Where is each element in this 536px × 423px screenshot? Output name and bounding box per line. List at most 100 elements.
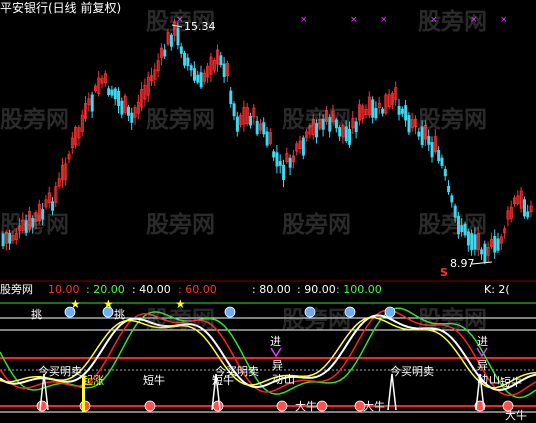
candle-body (301, 137, 305, 156)
top-signal-mark: × (430, 15, 438, 25)
top-signal-mark: × (300, 15, 308, 25)
candle-body (493, 235, 497, 253)
indicator-name: 股旁网 (0, 283, 33, 296)
signal-jin-mai-ming-mai: 今买明卖 (38, 365, 82, 378)
candle-body (420, 126, 424, 145)
candle-body (348, 128, 352, 145)
candle-body (183, 52, 187, 66)
candle-body (344, 126, 348, 142)
star-signal-icon: ★ (175, 297, 186, 311)
candle-body (526, 211, 530, 218)
signal-duan-niu-3: 短牛 (500, 376, 522, 389)
candle-body (447, 185, 451, 193)
level-100: : 100.00 (336, 283, 382, 296)
low-arrow (471, 261, 493, 265)
candle-body (463, 223, 467, 236)
candle-body (113, 88, 117, 100)
signal-qi-zhang: 起涨 (82, 374, 104, 387)
level-90: : 90.00 (297, 283, 336, 296)
candle-body (232, 103, 236, 117)
candle-body (473, 234, 477, 250)
level-60: : 60.00 (178, 283, 217, 296)
candle-body (130, 112, 134, 123)
signal-ling: 山 (284, 373, 295, 386)
red-signal-dot (36, 400, 48, 412)
candle-body (192, 68, 196, 81)
top-signal-mark: × (500, 15, 508, 25)
candle-body (120, 100, 124, 115)
candle-body (1, 233, 5, 247)
candle-body (186, 57, 190, 66)
candle-body (265, 131, 269, 146)
level-10: 10.00 (48, 283, 80, 296)
blue-signal-dot (344, 306, 356, 318)
candle-body (450, 195, 454, 203)
candle-body (229, 90, 233, 104)
star-signal-icon: ★ (103, 297, 114, 311)
candle-body (338, 127, 342, 137)
candle-body (24, 220, 28, 233)
candle-body (176, 27, 180, 46)
indicator-level-bar: 股旁网 10.00 : 20.00 : 40.00 : 60.00 : 80.0… (0, 282, 536, 298)
candle-body (417, 131, 421, 137)
top-signal-mark: × (176, 15, 184, 25)
candle-body (288, 157, 292, 168)
candle-body (196, 74, 200, 83)
candle-body (523, 199, 527, 217)
candle-body (470, 233, 474, 251)
candle-body (371, 99, 375, 118)
candle-body (397, 105, 401, 115)
candle-body (110, 89, 114, 96)
level-80: : 80.00 (252, 283, 291, 296)
candle-body (8, 233, 12, 244)
blue-signal-dot (224, 306, 236, 318)
signal-jin-mai-ming-mai-3: 今买明卖 (390, 365, 434, 378)
candle-body (169, 34, 173, 47)
candle-body (127, 106, 131, 116)
signal-jin-mai-ming-mai-2: 今买明卖 (215, 365, 259, 378)
indicator-panel[interactable]: ★ ★ ★ (0, 282, 536, 423)
candle-body (460, 225, 464, 233)
candle-body (483, 243, 487, 263)
top-signal-mark: × (350, 15, 358, 25)
candle-body (496, 238, 500, 251)
candle-body (282, 164, 286, 181)
candle-body (235, 116, 239, 132)
candle-body (179, 46, 183, 54)
candle-body (321, 118, 325, 130)
signal-duan-niu: 短牛 (143, 374, 165, 387)
candle-body (404, 105, 408, 121)
signal-ling-2: 山 (489, 373, 500, 386)
candle-body (41, 209, 45, 220)
candle-body (249, 115, 253, 126)
oscillator-red-line (0, 309, 536, 397)
candle-body (381, 108, 385, 114)
candle-body (275, 152, 279, 167)
red-signal-dot (144, 400, 156, 412)
magenta-arrow-icon (270, 347, 282, 358)
sell-marker: S (440, 266, 448, 279)
star-signal-icon: ★ (70, 297, 81, 311)
level-20: : 20.00 (86, 283, 125, 296)
high-price-label: 15.34 (184, 20, 216, 33)
candle-body (453, 205, 457, 218)
candle-body (278, 161, 282, 166)
candle-body (272, 151, 276, 158)
red-signal-dot (276, 400, 288, 412)
candle-body (163, 49, 167, 57)
candle-body (437, 150, 441, 162)
signal-da-niu: 大牛 (295, 400, 317, 413)
signal-da-niu-2: 大牛 (363, 400, 385, 413)
top-signal-mark: × (470, 15, 478, 25)
candle-body (51, 201, 55, 211)
top-signal-mark: × (380, 15, 388, 25)
candle-body (199, 72, 203, 88)
red-signal-dot (316, 400, 328, 412)
signal-dong-2: 动 (477, 373, 488, 386)
candle-body (219, 55, 223, 66)
price-candlestick-panel[interactable]: × × × × × × × (0, 0, 536, 282)
candle-body (334, 119, 338, 129)
candle-body (31, 218, 35, 228)
candle-body (189, 65, 193, 71)
candle-body (328, 117, 332, 132)
